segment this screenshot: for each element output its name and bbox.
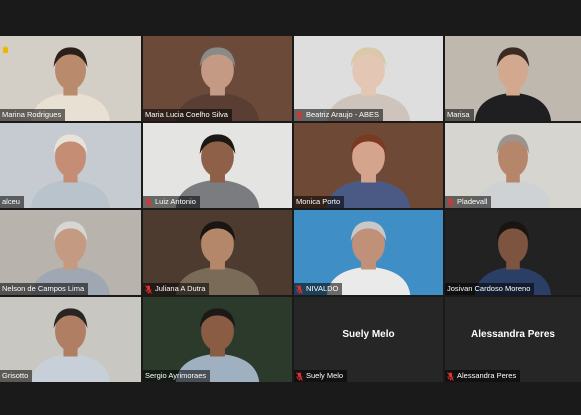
participant-tile-josivan-cardoso-moreno[interactable]: Josivan Cardoso Moreno [445,210,581,295]
participant-name: Marina Rodrigues [2,110,62,119]
participant-tile-alceu[interactable]: alceu [0,123,141,208]
muted-mic-icon [296,285,303,294]
participant-name-label: Suely Melo [294,370,348,382]
participant-name-label: Josivan Cardoso Moreno [445,283,535,295]
participant-tile-nelson-de-campos-lima[interactable]: Nelson de Campos Lima [0,210,141,295]
participant-tile-alessandra-peres[interactable]: Alessandra Peres Alessandra Peres [445,297,581,382]
participant-name-label: Luiz Antonio [143,196,200,208]
participant-name-label: alceu [0,196,24,208]
participant-name: Maria Lucia Coelho Silva [145,110,228,119]
raised-hand-icon [0,41,10,53]
muted-mic-icon [447,372,454,381]
participant-name: NIVALDO [306,284,339,293]
muted-mic-icon [145,198,152,207]
participant-tile-juliana-a-dutra[interactable]: Juliana A Dutra [143,210,292,295]
participant-name: Sergio Ayrimoraes [145,371,207,380]
participant-name: Marisa [447,110,470,119]
participant-name: Monica Porto [296,197,341,206]
participant-name: Alessandra Peres [457,371,517,380]
participant-name-label: Grisotto [0,370,33,382]
participant-name-label: NIVALDO [294,283,343,295]
participant-name-label: Marina Rodrigues [0,109,66,121]
participant-name-label: Maria Lucia Coelho Silva [143,109,232,121]
participant-name-label: Juliana A Dutra [143,283,210,295]
muted-mic-icon [447,198,454,207]
participant-display-name: Alessandra Peres [471,329,555,340]
participant-name: Beatriz Araujo - ABES [306,110,379,119]
participant-name-label: Sergio Ayrimoraes [143,370,211,382]
participant-tile-marina-rodrigues[interactable]: Marina Rodrigues [0,36,141,121]
muted-mic-icon [296,372,303,381]
muted-mic-icon [296,111,303,120]
participant-tile-marisa[interactable]: Marisa [445,36,581,121]
participant-name: alceu [2,197,20,206]
video-grid: Marina Rodrigues Maria Lucia Coelho Silva… [0,36,581,382]
participant-name-label: Alessandra Peres [445,370,521,382]
participant-display-name: Suely Melo [342,329,395,340]
participant-tile-luiz-antonio[interactable]: Luiz Antonio [143,123,292,208]
participant-tile-suely-melo[interactable]: Suely Melo Suely Melo [294,297,443,382]
participant-tile-grisotto[interactable]: Grisotto [0,297,141,382]
participant-name-label: Pladevall [445,196,492,208]
participant-tile-monica-porto[interactable]: Monica Porto [294,123,443,208]
participant-tile-pladevall[interactable]: Pladevall [445,123,581,208]
participant-tile-sergio-ayrimoraes[interactable]: Sergio Ayrimoraes [143,297,292,382]
participant-name-label: Nelson de Campos Lima [0,283,89,295]
participant-tile-maria-lucia-coelho-silva[interactable]: Maria Lucia Coelho Silva [143,36,292,121]
participant-name-label: Beatriz Araujo - ABES [294,109,383,121]
participant-name: Suely Melo [306,371,344,380]
participant-name: Grisotto [2,371,29,380]
participant-name: Pladevall [457,197,488,206]
participant-name: Juliana A Dutra [155,284,206,293]
participant-tile-beatriz-araujo-abes[interactable]: Beatriz Araujo - ABES [294,36,443,121]
muted-mic-icon [145,285,152,294]
participant-name: Nelson de Campos Lima [2,284,85,293]
participant-name: Luiz Antonio [155,197,196,206]
participant-name-label: Marisa [445,109,474,121]
participant-tile-nivaldo[interactable]: NIVALDO [294,210,443,295]
participant-name-label: Monica Porto [294,196,345,208]
participant-name: Josivan Cardoso Moreno [447,284,531,293]
